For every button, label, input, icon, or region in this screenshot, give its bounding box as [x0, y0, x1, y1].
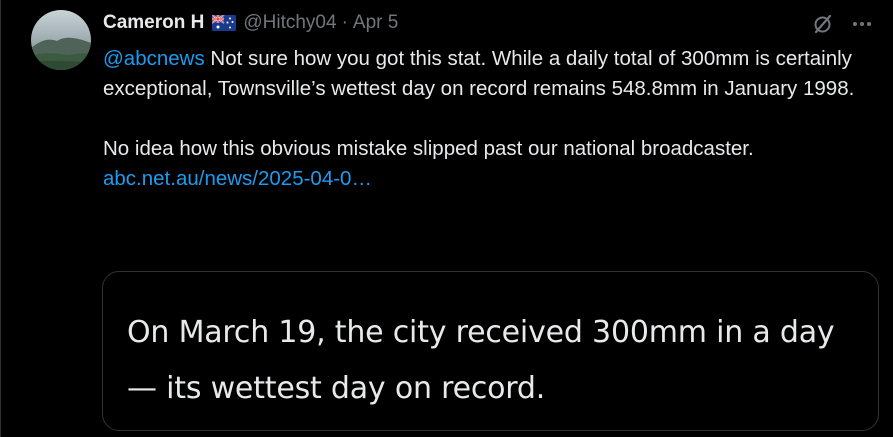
- tweet-link-line: abc.net.au/news/2025-04-0…: [103, 164, 883, 194]
- australian-flag-icon: [212, 15, 237, 31]
- tweet-actions: [811, 12, 873, 36]
- tweet[interactable]: Cameron H @Hitchy04 · Apr 5 @abcnews Not…: [0, 0, 893, 437]
- card-text: On March 19, the city received 300mm in …: [127, 315, 835, 406]
- grok-icon[interactable]: [811, 12, 835, 36]
- external-link[interactable]: abc.net.au/news/2025-04-0…: [103, 167, 372, 190]
- tweet-header: Cameron H @Hitchy04 · Apr 5: [103, 11, 398, 35]
- tweet-paragraph-1: @abcnews Not sure how you got this stat.…: [103, 44, 883, 104]
- tweet-paragraph-2: No idea how this obvious mistake slipped…: [103, 137, 754, 160]
- paragraph-1-text: Not sure how you got this stat. While a …: [103, 47, 855, 100]
- author-handle[interactable]: @Hitchy04: [243, 11, 336, 35]
- tweet-date[interactable]: Apr 5: [353, 11, 398, 35]
- avatar[interactable]: [31, 10, 91, 70]
- avatar-image: [31, 10, 91, 70]
- author-name[interactable]: Cameron H: [103, 11, 204, 35]
- quote-card[interactable]: On March 19, the city received 300mm in …: [102, 271, 879, 431]
- more-icon[interactable]: [851, 13, 873, 35]
- mention-link[interactable]: @abcnews: [103, 47, 205, 70]
- separator-dot: ·: [341, 12, 348, 33]
- tweet-text: @abcnews Not sure how you got this stat.…: [103, 44, 883, 194]
